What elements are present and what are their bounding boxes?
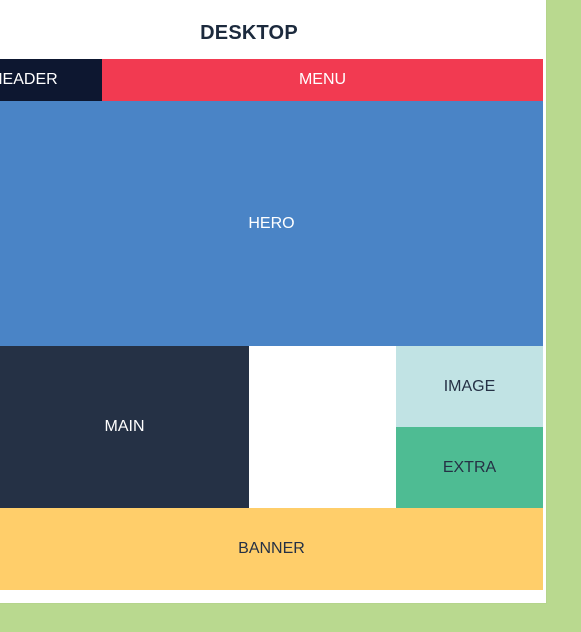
extra-block: EXTRA (396, 427, 543, 508)
page-title: DESKTOP (200, 22, 298, 44)
desktop-layout-panel: DESKTOP HEADER MENU HERO MAIN IMAGE EXTR… (0, 0, 546, 603)
image-block: IMAGE (396, 346, 543, 427)
main-block: MAIN (0, 346, 249, 508)
extra-label: EXTRA (442, 458, 497, 476)
header-block: HEADER (0, 59, 102, 101)
menu-label: MENU (298, 71, 347, 88)
empty-block (249, 346, 396, 508)
hero-label: HERO (248, 214, 295, 232)
hero-block: HERO (0, 101, 543, 346)
banner-label: BANNER (238, 540, 305, 557)
banner-block: BANNER (0, 508, 543, 590)
header-label: HEADER (0, 71, 58, 88)
menu-block: MENU (102, 59, 543, 101)
image-label: IMAGE (443, 377, 496, 395)
main-label: MAIN (104, 418, 145, 435)
